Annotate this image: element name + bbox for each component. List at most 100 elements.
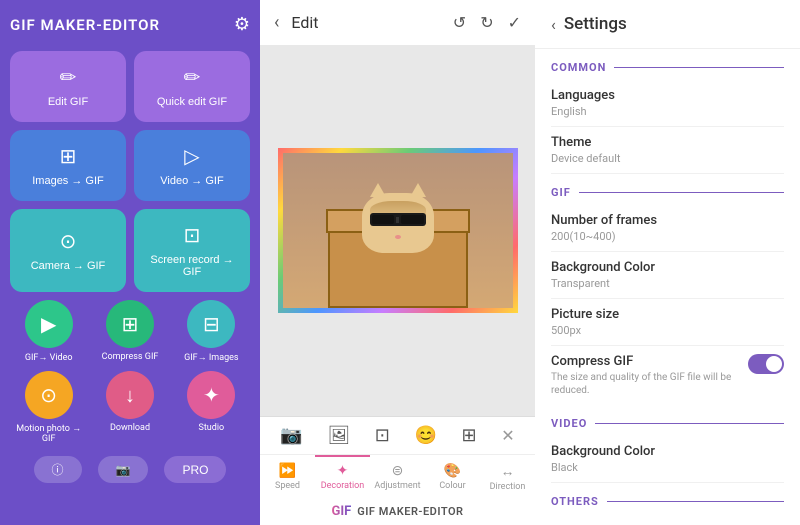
studio-button[interactable]: ✦ Studio (173, 371, 250, 444)
compress-gif-info: Compress GIF The size and quality of the… (551, 354, 740, 397)
tab-decoration[interactable]: ✦ Decoration (315, 455, 370, 498)
toolbar-add-icon[interactable]: ⊞ (462, 425, 477, 446)
tab-row: ⏩ Speed ✦ Decoration ⊜ Adjustment 🎨 Colo… (260, 454, 535, 498)
mid-header-title: Edit (291, 13, 440, 32)
main-buttons-grid: ✏ Edit GIF ✏ Quick edit GIF ⊞ Images → G… (10, 51, 250, 292)
info-icon: ⓘ (52, 461, 64, 478)
camera-bottom-icon: 📷 (116, 463, 131, 477)
picture-size-row[interactable]: Picture size 500px (551, 299, 784, 346)
left-header: GIF MAKER-EDITOR ⚙ (10, 10, 250, 43)
quick-edit-label: Quick edit GIF (157, 96, 227, 108)
compress-gif-desc: The size and quality of the GIF file wil… (551, 371, 740, 397)
tab-speed[interactable]: ⏩ Speed (260, 455, 315, 498)
tab-direction-label: Direction (490, 482, 526, 492)
video-bg-color-value: Black (551, 461, 784, 474)
motion-photo-icon: ⊙ (25, 371, 73, 419)
gif-video-label: GIF→ Video (25, 352, 73, 363)
images-gif-button[interactable]: ⊞ Images → GIF (10, 130, 126, 201)
tab-direction[interactable]: ↔ Direction (480, 455, 535, 498)
compress-gif-row: Compress GIF The size and quality of the… (551, 346, 784, 405)
settings-title: Settings (564, 14, 627, 34)
gif-video-button[interactable]: ▶ GIF→ Video (10, 300, 87, 363)
mid-back-icon[interactable]: ‹ (274, 12, 279, 33)
tab-adjustment[interactable]: ⊜ Adjustment (370, 455, 425, 498)
gif-video-icon: ▶ (25, 300, 73, 348)
video-section-label: VIDEO (551, 405, 784, 436)
toolbar-emoji-icon[interactable]: 😊 (415, 425, 437, 446)
picture-size-value: 500px (551, 324, 784, 337)
theme-name: Theme (551, 135, 784, 150)
toolbar-row: 📷 🖼 ⊡ 😊 ⊞ ✕ (260, 416, 535, 454)
mid-footer: GIF GIF MAKER-EDITOR (260, 498, 535, 525)
compress-gif-button[interactable]: ⊞ Compress GIF (91, 300, 168, 363)
info-button[interactable]: ⓘ (34, 456, 82, 483)
edit-gif-label: Edit GIF (48, 96, 88, 108)
studio-label: Studio (199, 423, 225, 433)
compress-gif-label: Compress GIF (102, 352, 159, 362)
toolbar-image-icon[interactable]: 🖼 (327, 425, 350, 446)
screen-record-label: Screen record → GIF (142, 254, 242, 278)
gif-images-button[interactable]: ⊟ GIF→ Images (173, 300, 250, 363)
tab-speed-icon: ⏩ (279, 463, 296, 479)
languages-value: English (551, 105, 784, 118)
toolbar-close-icon[interactable]: ✕ (501, 426, 514, 445)
footer-logo: GIF (331, 504, 351, 519)
settings-content: COMMON Languages English Theme Device de… (535, 49, 800, 525)
left-panel: GIF MAKER-EDITOR ⚙ ✏ Edit GIF ✏ Quick ed… (0, 0, 260, 525)
others-section-label: OTHERS (551, 483, 784, 514)
tab-adjustment-icon: ⊜ (392, 463, 404, 479)
studio-icon: ✦ (187, 371, 235, 419)
tab-colour-icon: 🎨 (444, 463, 461, 479)
toolbar-camera-icon[interactable]: 📷 (280, 425, 302, 446)
camera-bottom-button[interactable]: 📷 (98, 456, 149, 483)
video-bg-color-name: Background Color (551, 444, 784, 459)
num-frames-value: 200(10~400) (551, 230, 784, 243)
tab-decoration-icon: ✦ (337, 463, 349, 479)
video-gif-icon: ▷ (184, 144, 199, 169)
num-frames-name: Number of frames (551, 213, 784, 228)
undo-icon[interactable]: ↺ (453, 13, 466, 32)
motion-photo-button[interactable]: ⊙ Motion photo → GIF (10, 371, 87, 444)
quick-edit-gif-button[interactable]: ✏ Quick edit GIF (134, 51, 250, 122)
download-label: Download (110, 423, 150, 433)
download-button[interactable]: ↓ Download (91, 371, 168, 444)
mid-header: ‹ Edit ↺ ↻ ✓ (260, 0, 535, 45)
camera-gif-icon: ⊙ (60, 229, 77, 254)
screen-record-button[interactable]: ⊡ Screen record → GIF (134, 209, 250, 292)
gear-icon[interactable]: ⚙ (234, 14, 250, 35)
tab-direction-icon: ↔ (501, 463, 515, 480)
theme-row[interactable]: Theme Device default (551, 127, 784, 174)
theme-value: Device default (551, 152, 784, 165)
edit-gif-icon: ✏ (60, 65, 77, 90)
compress-gif-toggle[interactable] (748, 354, 784, 374)
tab-colour-label: Colour (439, 481, 465, 491)
num-frames-row[interactable]: Number of frames 200(10~400) (551, 205, 784, 252)
share-link[interactable]: Share (551, 514, 784, 525)
mid-panel: ‹ Edit ↺ ↻ ✓ (260, 0, 535, 525)
toolbar-crop-icon[interactable]: ⊡ (375, 425, 390, 446)
edit-gif-button[interactable]: ✏ Edit GIF (10, 51, 126, 122)
pro-button[interactable]: PRO (164, 456, 226, 483)
languages-row[interactable]: Languages English (551, 80, 784, 127)
quick-edit-icon: ✏ (184, 65, 201, 90)
redo-icon[interactable]: ↻ (480, 13, 493, 32)
pro-label: PRO (182, 463, 208, 477)
common-section-label: COMMON (551, 49, 784, 80)
images-gif-icon: ⊞ (60, 144, 77, 169)
bg-color-row[interactable]: Background Color Transparent (551, 252, 784, 299)
tab-adjustment-label: Adjustment (374, 481, 420, 491)
camera-gif-label: Camera → GIF (31, 260, 106, 272)
tab-decoration-label: Decoration (321, 481, 365, 491)
camera-gif-button[interactable]: ⊙ Camera → GIF (10, 209, 126, 292)
gif-container (260, 45, 535, 416)
right-header: ‹ Settings (535, 0, 800, 49)
footer-title: GIF MAKER-EDITOR (357, 505, 463, 518)
settings-back-icon[interactable]: ‹ (551, 15, 556, 34)
right-panel: ‹ Settings COMMON Languages English Them… (535, 0, 800, 525)
video-bg-color-row[interactable]: Background Color Black (551, 436, 784, 483)
left-header-title: GIF MAKER-EDITOR (10, 16, 160, 34)
mid-header-icons: ↺ ↻ ✓ (453, 13, 521, 32)
check-icon[interactable]: ✓ (508, 13, 521, 32)
video-gif-button[interactable]: ▷ Video → GIF (134, 130, 250, 201)
tab-colour[interactable]: 🎨 Colour (425, 455, 480, 498)
